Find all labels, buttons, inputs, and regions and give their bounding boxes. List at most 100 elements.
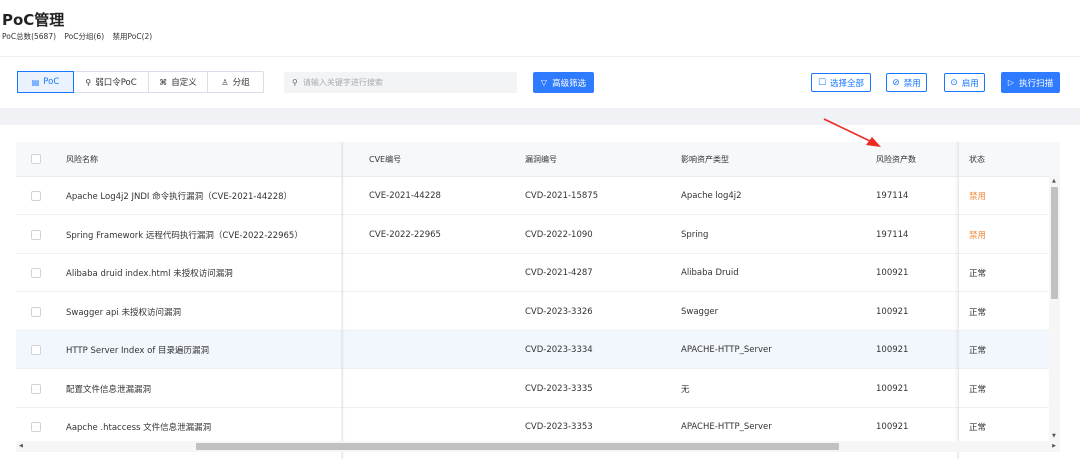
asset-count: 197114 [876, 190, 909, 201]
disable-label: 禁用 [903, 78, 921, 89]
row-checkbox-cell[interactable] [31, 408, 41, 445]
tab-label: PoC [43, 77, 60, 87]
asset-type: Apache log4j2 [681, 190, 742, 201]
annotation-arrow-icon [823, 118, 881, 147]
tab-group[interactable]: ♙ 分组 [208, 72, 263, 92]
enable-button[interactable]: ⊙ 启用 [944, 73, 985, 92]
select-all-button[interactable]: ☐ 选择全部 [811, 73, 871, 92]
status-badge: 正常 [969, 345, 987, 356]
stats-bar: PoC总数(5687) PoC分组(6) 禁用PoC(2) [2, 31, 158, 42]
row-checkbox-cell[interactable] [31, 177, 41, 214]
asset-count: 197114 [876, 229, 909, 240]
scroll-down-arrow-icon[interactable]: ▼ [1052, 433, 1056, 439]
annotation-arrow-head [866, 137, 881, 147]
asset-type: Swagger [681, 306, 719, 317]
stat-poc-total: PoC总数(5687) [2, 32, 57, 41]
enable-label: 启用 [961, 78, 979, 89]
status-badge: 正常 [969, 307, 987, 318]
filter-icon: ▽ [540, 78, 548, 87]
row-checkbox-cell[interactable] [31, 254, 41, 291]
row-checkbox-cell[interactable] [31, 216, 41, 253]
select-all-label: 选择全部 [830, 78, 865, 89]
group-icon: ♙ [221, 77, 229, 87]
status-badge: 正常 [969, 384, 987, 395]
asset-count: 100921 [876, 267, 909, 278]
search-input[interactable] [302, 78, 493, 87]
asset-type: Alibaba Druid [681, 267, 739, 278]
column-header-asset-type[interactable]: 影响资产类型 [681, 142, 729, 176]
tab-label: 自定义 [171, 78, 197, 88]
horizontal-scroll-thumb[interactable] [196, 443, 839, 450]
run-scan-button[interactable]: ▷ 执行扫描 [1001, 72, 1060, 93]
asset-type: 无 [681, 384, 690, 395]
vuln-id: CVD-2023-3334 [525, 344, 593, 355]
row-checkbox[interactable] [31, 306, 41, 317]
row-checkbox-cell[interactable] [31, 293, 41, 330]
scroll-left-arrow-icon[interactable]: ◀ [19, 443, 23, 449]
risk-name: Alibaba druid index.html 未授权访问漏洞 [66, 268, 233, 279]
asset-type: Spring [681, 229, 709, 240]
scroll-right-arrow-icon[interactable]: ▶ [1052, 443, 1056, 449]
row-checkbox[interactable] [31, 383, 41, 394]
vertical-scrollbar[interactable]: ▲ ▼ [1049, 176, 1060, 441]
horizontal-scrollbar[interactable]: ◀ ▶ [16, 441, 1060, 452]
vuln-id: CVD-2023-3326 [525, 306, 593, 317]
status-badge: 禁用 [969, 230, 987, 241]
table-row[interactable]: Apache Log4j2 JNDI 命令执行漏洞（CVE-2021-44228… [16, 177, 1060, 215]
row-checkbox[interactable] [31, 421, 41, 432]
column-header-status[interactable]: 状态 [969, 142, 985, 176]
table-row[interactable]: Swagger api 未授权访问漏洞 CVD-2023-3326 Swagge… [16, 293, 1060, 331]
table-row[interactable]: HTTP Server Index of 目录遍历漏洞 CVD-2023-333… [16, 331, 1060, 369]
table-row[interactable]: Alibaba druid index.html 未授权访问漏洞 CVD-202… [16, 254, 1060, 292]
vuln-id: CVD-2021-15875 [525, 190, 599, 201]
status-badge: 禁用 [969, 191, 987, 202]
tab-custom[interactable]: ⌘ 自定义 [149, 72, 208, 92]
asset-count: 100921 [876, 306, 909, 317]
risk-name: Spring Framework 远程代码执行漏洞（CVE-2022-22965… [66, 230, 303, 241]
column-header-cve[interactable]: CVE编号 [369, 142, 401, 176]
risk-name: Aapche .htaccess 文件信息泄漏漏洞 [66, 422, 212, 433]
status-badge: 正常 [969, 422, 987, 433]
row-checkbox[interactable] [31, 267, 41, 278]
header-checkbox[interactable] [31, 154, 41, 164]
tab-weak-password-poc[interactable]: ⚲ 弱口令PoC [74, 72, 149, 92]
row-checkbox-cell[interactable] [31, 370, 41, 407]
advanced-filter-button[interactable]: ▽ 高级筛选 [533, 72, 594, 93]
row-checkbox[interactable] [31, 344, 41, 355]
row-checkbox[interactable] [31, 229, 41, 240]
ban-icon: ⊘ [892, 77, 900, 88]
vertical-scroll-thumb[interactable] [1051, 187, 1058, 299]
category-tabs: ▤ PoC ⚲ 弱口令PoC ⌘ 自定义 ♙ 分组 [17, 71, 264, 93]
asset-type: APACHE-HTTP_Server [681, 344, 772, 355]
tab-poc[interactable]: ▤ PoC [17, 71, 74, 93]
disable-button[interactable]: ⊘ 禁用 [886, 73, 927, 92]
table-header-row: 风险名称 CVE编号 漏洞编号 影响资产类型 风险资产数 状态 [16, 142, 1060, 177]
row-checkbox-cell[interactable] [31, 331, 41, 368]
fixed-column-divider-right [958, 142, 959, 459]
run-scan-label: 执行扫描 [1019, 78, 1054, 89]
search-box: ⚲ [284, 72, 517, 93]
vuln-id: CVD-2023-3335 [525, 383, 593, 394]
risk-name: HTTP Server Index of 目录遍历漏洞 [66, 345, 210, 356]
vuln-id: CVD-2023-3353 [525, 421, 593, 432]
scroll-up-arrow-icon[interactable]: ▲ [1052, 178, 1056, 184]
column-header-vuln-id[interactable]: 漏洞编号 [525, 142, 557, 176]
key-icon: ⚲ [85, 77, 92, 87]
vuln-id: CVD-2022-1090 [525, 229, 593, 240]
tab-label: 弱口令PoC [95, 78, 137, 88]
fixed-column-divider-left [342, 142, 343, 459]
page-header: PoC管理 PoC总数(5687) PoC分组(6) 禁用PoC(2) [0, 0, 1080, 56]
column-header-risk-name[interactable]: 风险名称 [66, 142, 98, 176]
table-row[interactable]: Spring Framework 远程代码执行漏洞（CVE-2022-22965… [16, 216, 1060, 254]
annotation-arrow-shaft [823, 118, 873, 143]
cve-id: CVE-2022-22965 [369, 229, 441, 240]
asset-count: 100921 [876, 383, 909, 394]
checkbox-icon: ☐ [817, 77, 827, 88]
header-checkbox-cell[interactable] [31, 142, 41, 176]
advanced-filter-label: 高级筛选 [552, 78, 587, 89]
row-checkbox[interactable] [31, 190, 41, 201]
toolbar: ▤ PoC ⚲ 弱口令PoC ⌘ 自定义 ♙ 分组 ⚲ ▽ 高级筛选 ☐ 选择全… [0, 56, 1080, 108]
stat-poc-disabled: 禁用PoC(2) [112, 32, 153, 41]
asset-type: APACHE-HTTP_Server [681, 421, 772, 432]
table-row[interactable]: 配置文件信息泄漏漏洞 CVD-2023-3335 无 100921 正常 [16, 370, 1060, 408]
